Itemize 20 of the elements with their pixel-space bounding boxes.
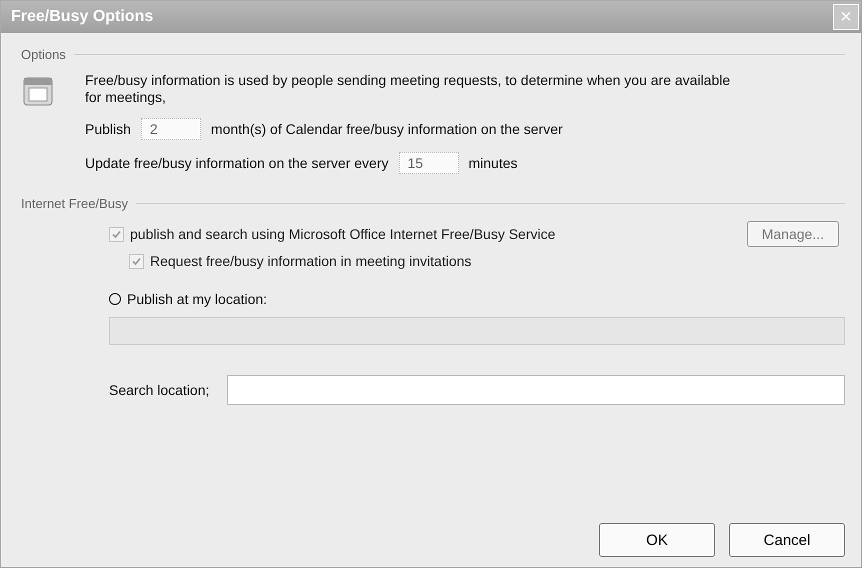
group-heading: Internet Free/Busy: [21, 196, 128, 211]
dialog-button[interactable]: Cancel: [729, 523, 845, 557]
months-label: month(s) of Calendar free/busy information on the server: [210, 121, 563, 137]
minutes-field[interactable]: 15: [398, 152, 458, 174]
description-text: Free/busy information is used by people sending meeting requests, to determine when you are available for meetings,: [85, 72, 732, 106]
months-field[interactable]: 2: [140, 118, 201, 140]
checkbox-label: publish and search using Microsoft Office Internet Free/Busy Service: [130, 226, 556, 242]
group-heading: Options: [21, 47, 66, 62]
update-label: Update free/busy information on the server every: [85, 155, 388, 171]
minutes-label: minutes: [468, 155, 518, 171]
publish-label: Publish: [85, 121, 131, 137]
search-location-label: Search location;: [109, 382, 210, 398]
search-location-field[interactable]: [227, 375, 845, 405]
checkmark-icon: [131, 256, 142, 266]
manage-button[interactable]: Manage...: [746, 221, 839, 247]
window-title: Free/Busy Options: [11, 8, 154, 26]
dialog-button[interactable]: OK: [599, 523, 715, 557]
radio-label: Publish at my location:: [127, 291, 268, 307]
checkmark-icon: [111, 228, 122, 240]
checkbox-label: Request free/busy information in meeting invitations: [150, 253, 472, 269]
